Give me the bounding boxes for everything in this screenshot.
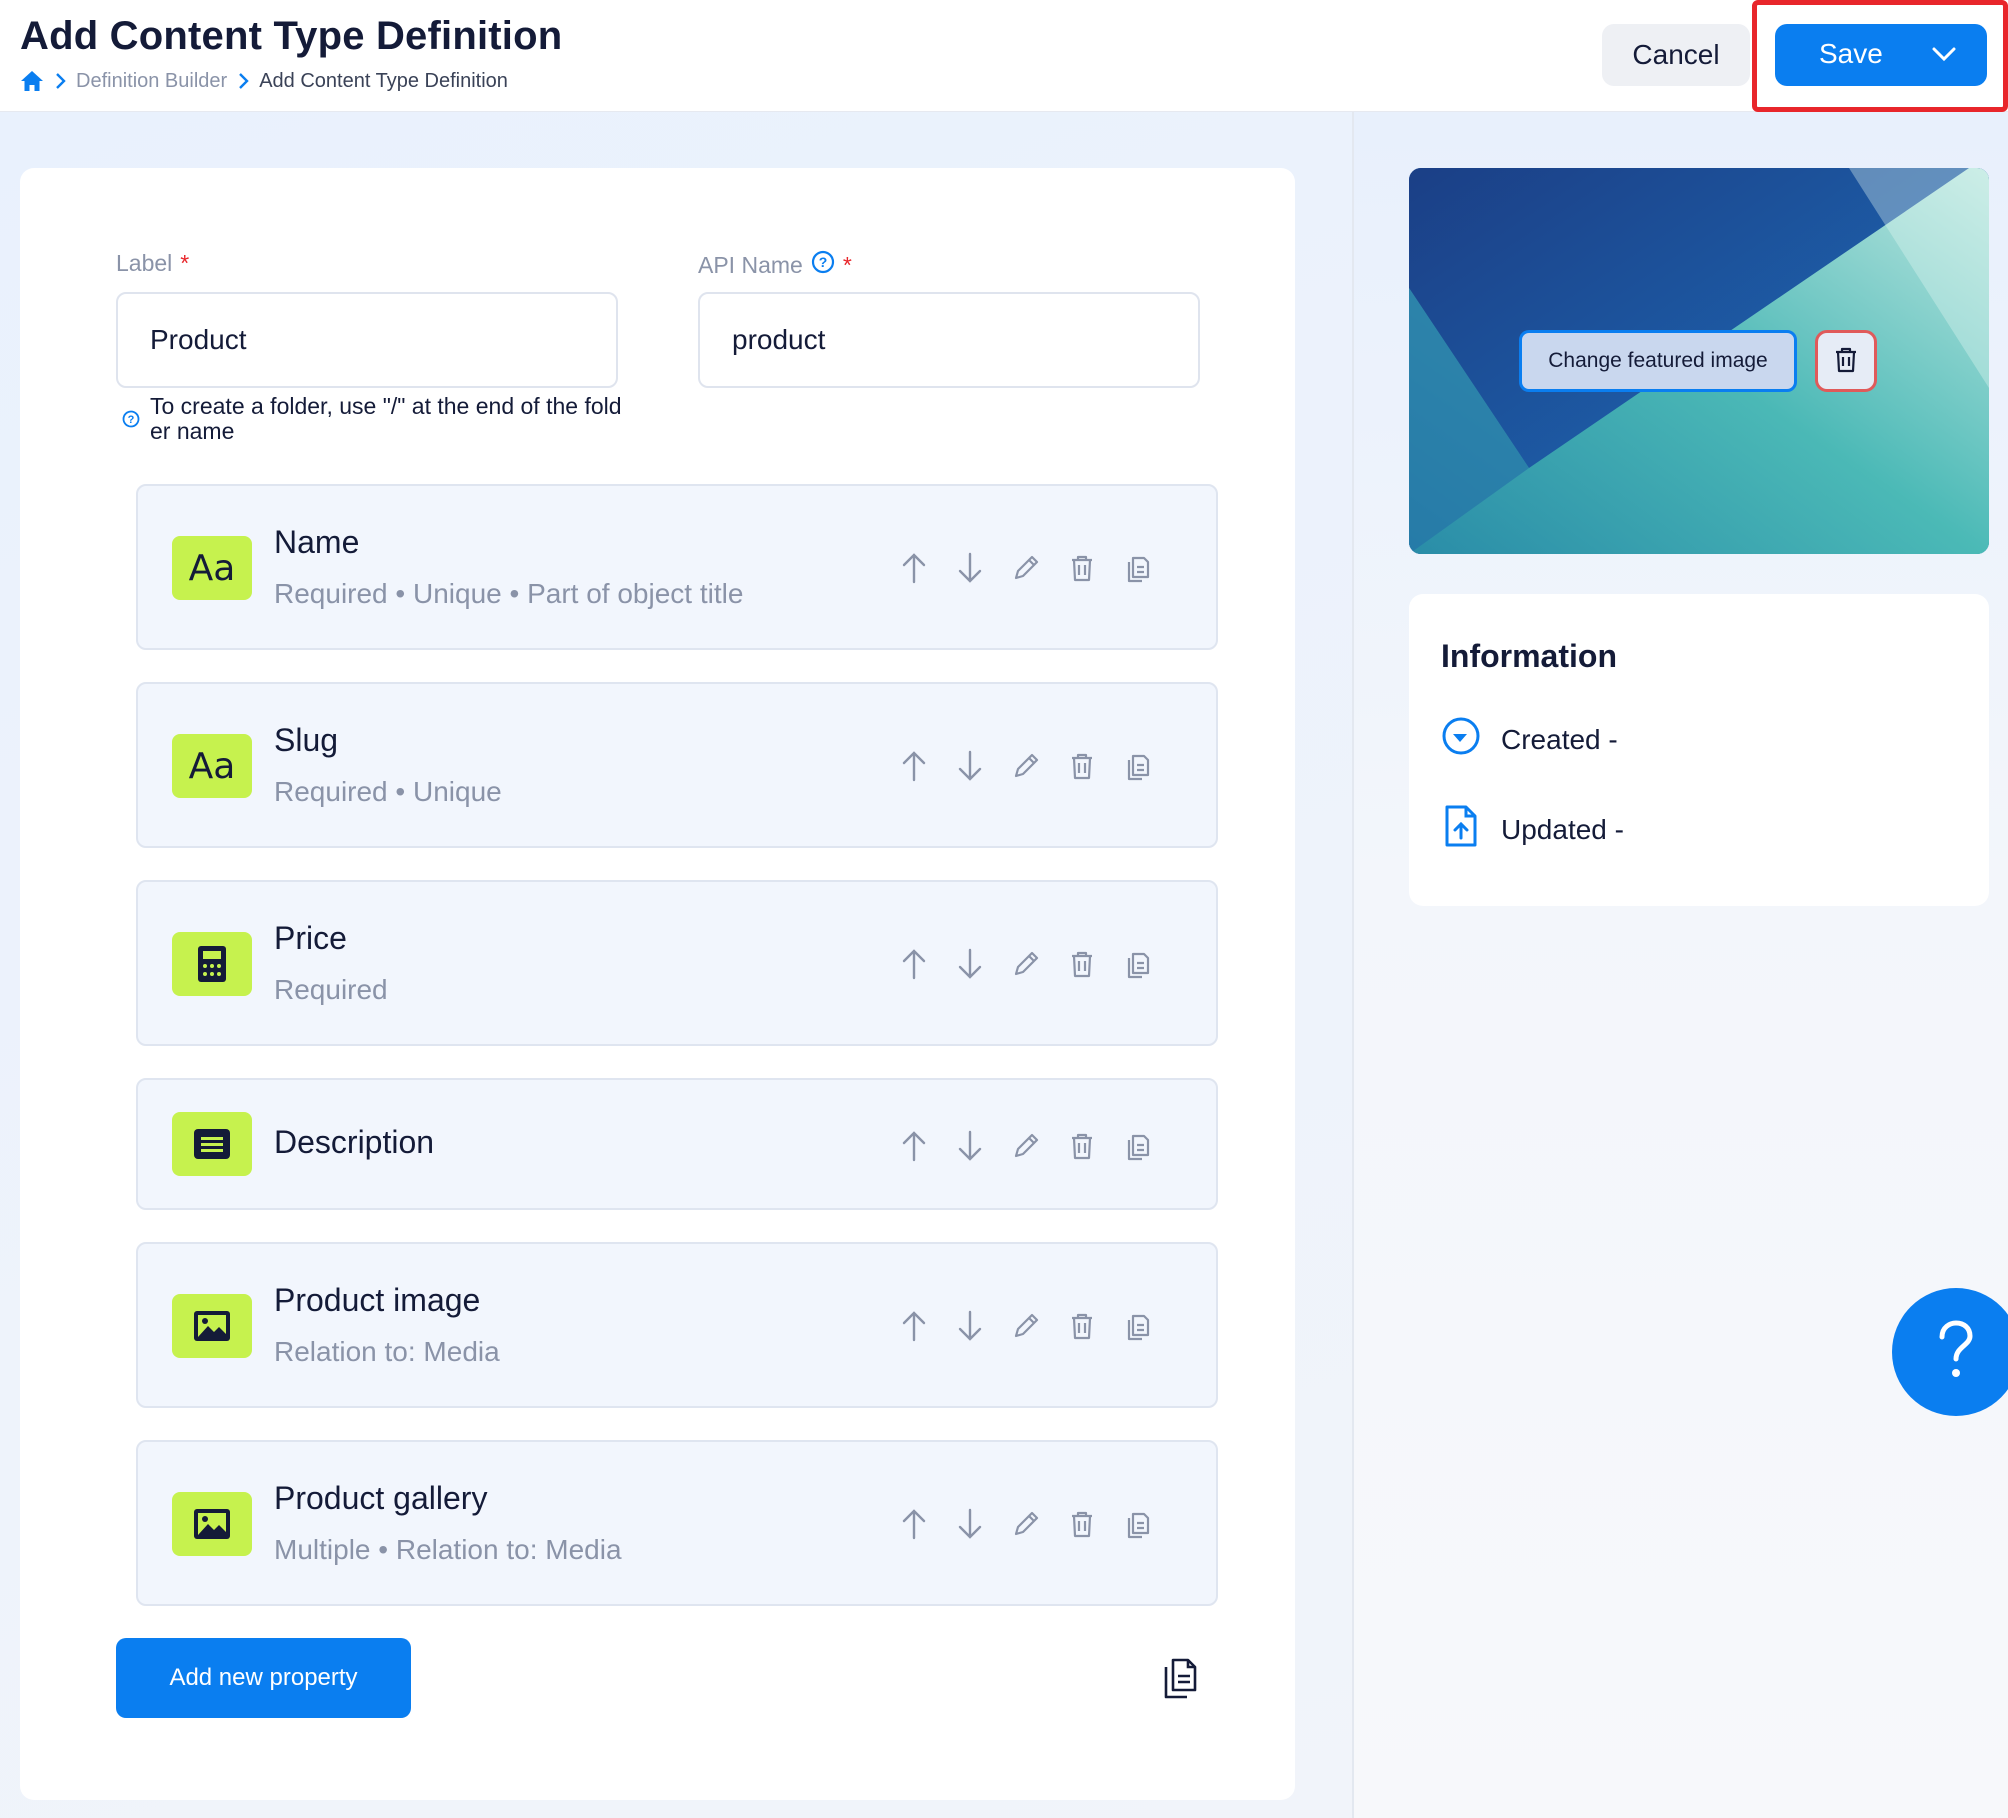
svg-text:?: ?: [128, 414, 135, 426]
property-meta: Required • Unique: [274, 776, 502, 807]
page-title: Add Content Type Definition: [20, 14, 563, 58]
arrow-down-icon[interactable]: [954, 1508, 986, 1540]
property-name: Price: [274, 920, 347, 956]
property-name: Name: [274, 524, 360, 560]
created-row: Created -: [1441, 716, 1618, 763]
duplicate-icon[interactable]: [1122, 552, 1154, 584]
text-type-icon: Aa: [172, 734, 252, 798]
home-icon[interactable]: [20, 70, 44, 92]
property-row-product-gallery[interactable]: Product gallery Multiple • Relation to: …: [136, 1440, 1218, 1606]
arrow-down-icon[interactable]: [954, 750, 986, 782]
trash-icon[interactable]: [1066, 948, 1098, 980]
question-mark-icon: [1934, 1319, 1978, 1386]
property-row-product-image[interactable]: Product image Relation to: Media: [136, 1242, 1218, 1408]
trash-icon: [1833, 346, 1859, 377]
pencil-icon[interactable]: [1010, 1508, 1042, 1540]
breadcrumb: Definition Builder Add Content Type Defi…: [20, 68, 508, 94]
svg-text:?: ?: [819, 254, 828, 270]
duplicate-icon[interactable]: [1122, 1310, 1154, 1342]
rich-text-icon: [172, 1112, 252, 1176]
property-meta: Required: [274, 974, 388, 1005]
duplicate-icon[interactable]: [1122, 948, 1154, 980]
save-highlight-box: [1752, 0, 2008, 112]
image-icon: [172, 1492, 252, 1556]
file-upload-icon: [1441, 804, 1481, 855]
property-row-description[interactable]: Description: [136, 1078, 1218, 1210]
arrow-down-icon[interactable]: [954, 948, 986, 980]
help-circle-icon: ?: [122, 410, 140, 433]
calculator-icon: [172, 932, 252, 996]
cancel-button[interactable]: Cancel: [1602, 24, 1750, 86]
arrow-up-icon[interactable]: [898, 1508, 930, 1540]
pencil-icon[interactable]: [1010, 552, 1042, 584]
property-name: Product gallery: [274, 1480, 488, 1516]
arrow-down-icon[interactable]: [954, 1130, 986, 1162]
pencil-icon[interactable]: [1010, 1310, 1042, 1342]
property-name: Slug: [274, 722, 339, 758]
property-name: Description: [274, 1124, 435, 1160]
trash-icon[interactable]: [1066, 552, 1098, 584]
api-name-field-label: API Name ? *: [698, 250, 852, 280]
label-input[interactable]: [116, 292, 618, 388]
updated-row: Updated -: [1441, 804, 1624, 855]
image-icon: [172, 1294, 252, 1358]
clock-icon: [1441, 716, 1481, 763]
created-text: Created -: [1501, 723, 1618, 755]
text-type-glyph: Aa: [188, 745, 236, 787]
updated-text: Updated -: [1501, 813, 1624, 845]
arrow-up-icon[interactable]: [898, 1310, 930, 1342]
trash-icon[interactable]: [1066, 1130, 1098, 1162]
add-property-button[interactable]: Add new property: [116, 1638, 411, 1718]
pencil-icon[interactable]: [1010, 1130, 1042, 1162]
property-row-name[interactable]: Aa Name Required • Unique • Part of obje…: [136, 484, 1218, 650]
arrow-up-icon[interactable]: [898, 552, 930, 584]
help-button[interactable]: [1892, 1288, 2008, 1416]
breadcrumb-definition-builder[interactable]: Definition Builder: [76, 70, 227, 93]
duplicate-icon[interactable]: [1122, 750, 1154, 782]
duplicate-icon[interactable]: [1122, 1130, 1154, 1162]
pencil-icon[interactable]: [1010, 948, 1042, 980]
paste-properties-icon[interactable]: [1160, 1656, 1200, 1705]
api-name-input[interactable]: [698, 292, 1200, 388]
text-type-icon: Aa: [172, 536, 252, 600]
information-card: Information Created - Updated -: [1409, 594, 1989, 906]
delete-featured-image-button[interactable]: [1815, 330, 1877, 392]
page-header: Add Content Type Definition Definition B…: [0, 0, 2008, 112]
trash-icon[interactable]: [1066, 750, 1098, 782]
arrow-up-icon[interactable]: [898, 750, 930, 782]
arrow-up-icon[interactable]: [898, 948, 930, 980]
arrow-down-icon[interactable]: [954, 1310, 986, 1342]
arrow-up-icon[interactable]: [898, 1130, 930, 1162]
property-row-price[interactable]: Price Required: [136, 880, 1218, 1046]
change-featured-image-button[interactable]: Change featured image: [1519, 330, 1797, 392]
trash-icon[interactable]: [1066, 1508, 1098, 1540]
label-field-label-text: Label: [116, 250, 173, 276]
chevron-right-icon: [54, 72, 66, 90]
breadcrumb-current: Add Content Type Definition: [259, 69, 508, 92]
arrow-down-icon[interactable]: [954, 552, 986, 584]
property-name: Product image: [274, 1282, 481, 1318]
property-row-slug[interactable]: Aa Slug Required • Unique: [136, 682, 1218, 848]
chevron-right-icon: [237, 72, 249, 90]
api-name-field-label-text: API Name: [698, 251, 803, 278]
required-mark: *: [180, 250, 190, 276]
help-circle-icon[interactable]: ?: [811, 250, 835, 280]
property-meta: Multiple • Relation to: Media: [274, 1534, 622, 1565]
folder-hint-text: To create a folder, use "/" at the end o…: [150, 393, 622, 444]
text-type-glyph: Aa: [188, 547, 236, 589]
pencil-icon[interactable]: [1010, 750, 1042, 782]
property-meta: Required • Unique • Part of object title: [274, 578, 744, 609]
duplicate-icon[interactable]: [1122, 1508, 1154, 1540]
property-meta: Relation to: Media: [274, 1336, 500, 1367]
trash-icon[interactable]: [1066, 1310, 1098, 1342]
required-mark: *: [842, 251, 852, 278]
definition-form-card: Label * API Name ? * ? To create a folde…: [20, 168, 1295, 1800]
information-title: Information: [1441, 638, 1617, 674]
label-field-label: Label *: [116, 250, 189, 277]
